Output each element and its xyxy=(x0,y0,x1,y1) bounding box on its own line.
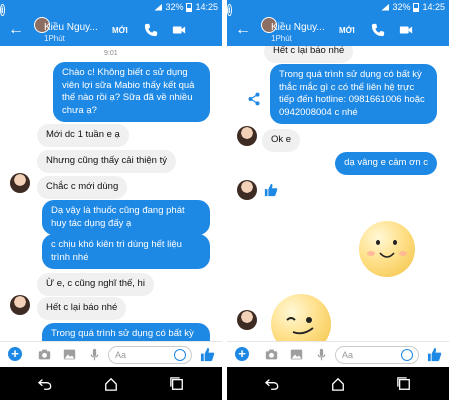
like-icon[interactable] xyxy=(200,347,215,362)
message-bubble-incoming[interactable]: Mới dc 1 tuần e ạ xyxy=(37,124,129,147)
right-phone-screen: 32% 14:25 ← Kiều Nguy... 1Phút MỚI i Hết… xyxy=(227,0,449,400)
message-bubble-incoming[interactable]: Chắc c mới dùng xyxy=(37,176,128,199)
message-bubble-incoming[interactable]: Hết c lại báo nhé xyxy=(37,297,127,320)
back-icon[interactable]: ← xyxy=(8,22,24,38)
message-bubble-outgoing[interactable]: Dạ vậy là thuốc cũng đang phát huy tác d… xyxy=(42,200,210,235)
like-icon[interactable] xyxy=(427,347,442,362)
message-bubble-outgoing[interactable]: Chào c! Không biết c sử dụng viên lợi sữ… xyxy=(53,62,210,122)
contact-status: 1Phút xyxy=(44,34,65,43)
back-icon[interactable]: ← xyxy=(235,22,251,38)
left-phone-screen: 32% 14:25 ← Kiều Nguy... 1Phút MỚI i 9:0… xyxy=(0,0,222,400)
image-icon[interactable] xyxy=(63,348,76,361)
nav-recent-icon[interactable] xyxy=(397,377,411,391)
avatar[interactable] xyxy=(10,173,30,193)
new-badge[interactable]: MỚI xyxy=(112,26,128,35)
message-bubble-outgoing[interactable]: dạ vâng e cảm ơn c xyxy=(335,152,437,175)
message-bubble-outgoing[interactable]: Trong quá trình sử dụng có bất kỳ xyxy=(42,323,210,341)
battery-text: 32% xyxy=(165,2,184,12)
clock-text: 14:25 xyxy=(195,2,218,12)
battery-icon xyxy=(186,2,193,12)
message-bubble-incoming[interactable]: Hết c lại báo nhé xyxy=(264,46,354,63)
camera-icon[interactable] xyxy=(265,348,278,361)
message-time: 9:01 xyxy=(104,50,118,57)
mic-icon[interactable] xyxy=(88,348,101,361)
contact-name[interactable]: Kiều Nguy... xyxy=(271,22,325,33)
info-icon[interactable]: i xyxy=(0,4,5,16)
video-icon[interactable] xyxy=(399,23,413,37)
status-bar: 32% 14:25 xyxy=(381,2,445,12)
battery-icon xyxy=(413,2,420,12)
video-icon[interactable] xyxy=(172,23,186,37)
new-badge[interactable]: MỚI xyxy=(339,26,355,35)
mic-icon[interactable] xyxy=(315,348,328,361)
status-bar: 32% 14:25 xyxy=(154,2,218,12)
nav-home-icon[interactable] xyxy=(331,377,345,391)
message-bubble-incoming[interactable]: Nhưng cũng thấy cải thiện tý xyxy=(37,150,176,173)
nav-back-icon[interactable] xyxy=(38,377,52,391)
chat-header: 32% 14:25 ← Kiều Nguy... 1Phút MỚI i xyxy=(227,0,449,46)
signal-icon xyxy=(154,3,163,11)
composer-bar: + xyxy=(0,341,222,367)
avatar[interactable] xyxy=(237,180,257,200)
wink-sticker[interactable] xyxy=(271,294,331,341)
message-bubble-outgoing[interactable]: Trong quá trình sử dụng có bất kỳ thắc m… xyxy=(270,64,437,124)
info-icon[interactable]: i xyxy=(227,4,232,16)
emoji-icon[interactable] xyxy=(174,349,186,361)
phone-icon[interactable] xyxy=(371,23,385,37)
message-list: Hết c lại báo nhé Trong quá trình sử dụn… xyxy=(227,46,449,341)
phone-icon[interactable] xyxy=(144,23,158,37)
image-icon[interactable] xyxy=(290,348,303,361)
avatar[interactable] xyxy=(237,126,257,146)
contact-status: 1Phút xyxy=(271,34,292,43)
contact-name[interactable]: Kiều Nguy... xyxy=(44,22,98,33)
nav-home-icon[interactable] xyxy=(104,377,118,391)
system-nav-bar xyxy=(0,367,222,400)
emoji-icon[interactable] xyxy=(401,349,413,361)
avatar[interactable] xyxy=(10,295,30,315)
avatar[interactable] xyxy=(237,310,257,330)
nav-recent-icon[interactable] xyxy=(170,377,184,391)
message-bubble-incoming[interactable]: Ừ e, c cũng nghĩ thế, hi xyxy=(37,273,154,296)
message-bubble-outgoing[interactable]: c chịu khó kiên trì dùng hết liệu trình … xyxy=(42,234,210,269)
message-list: 9:01 Chào c! Không biết c sử dụng viên l… xyxy=(0,46,222,341)
signal-icon xyxy=(381,3,390,11)
composer-bar: + xyxy=(227,341,449,367)
message-bubble-incoming[interactable]: Ok e xyxy=(262,129,301,152)
nav-back-icon[interactable] xyxy=(265,377,279,391)
system-nav-bar xyxy=(227,367,449,400)
plus-icon[interactable]: + xyxy=(8,347,22,361)
clock-text: 14:25 xyxy=(422,2,445,12)
chat-header: 32% 14:25 ← Kiều Nguy... 1Phút MỚI i xyxy=(0,0,222,46)
camera-icon[interactable] xyxy=(38,348,51,361)
plus-icon[interactable]: + xyxy=(235,347,249,361)
share-icon[interactable] xyxy=(247,92,261,106)
like-icon[interactable] xyxy=(264,183,278,197)
battery-text: 32% xyxy=(392,2,411,12)
smile-sticker[interactable] xyxy=(359,221,415,277)
